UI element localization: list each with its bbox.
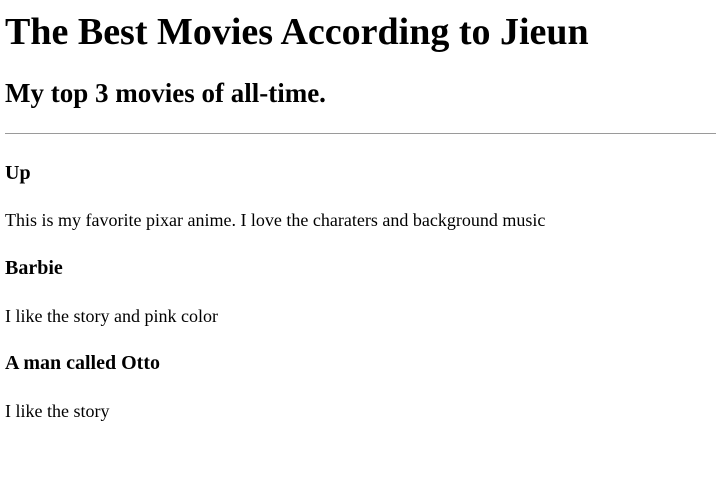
movie-item: A man called Otto I like the story <box>5 351 717 422</box>
movie-description: This is my favorite pixar anime. I love … <box>5 210 546 230</box>
page-title: The Best Movies According to Jieun <box>5 11 589 53</box>
movie-description: I like the story and pink color <box>5 306 218 326</box>
movie-list: Up This is my favorite pixar anime. I lo… <box>5 161 717 422</box>
page-subtitle: My top 3 movies of all-time. <box>5 78 326 108</box>
movie-title: Barbie <box>5 257 63 279</box>
movie-title: A man called Otto <box>5 352 160 374</box>
movie-item: Barbie I like the story and pink color <box>5 256 717 327</box>
divider <box>5 133 716 134</box>
movie-item: Up This is my favorite pixar anime. I lo… <box>5 161 717 231</box>
page-content: The Best Movies According to Jieun My to… <box>0 10 717 422</box>
movie-description: I like the story <box>5 401 110 421</box>
movie-title: Up <box>5 162 31 184</box>
